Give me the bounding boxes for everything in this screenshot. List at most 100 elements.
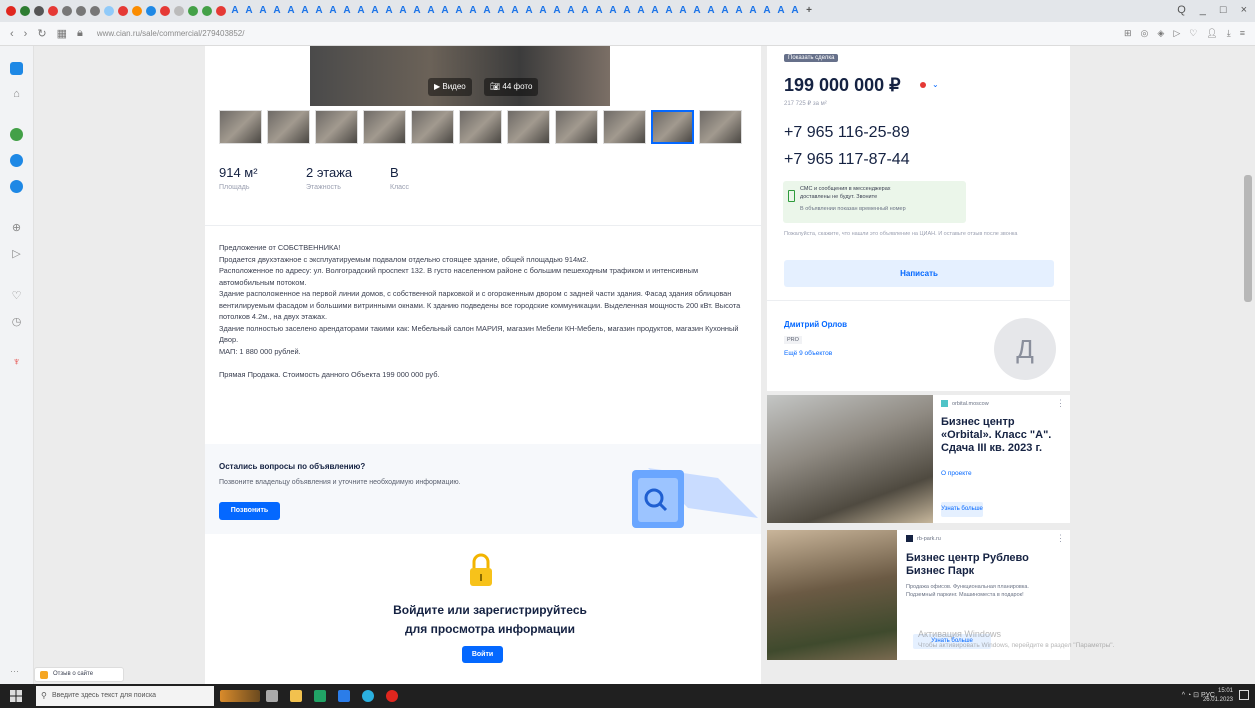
tab-favicon[interactable] (34, 6, 44, 16)
ad-1-image[interactable] (767, 395, 933, 523)
sidebar-workspace-icon[interactable] (10, 62, 23, 75)
photos-button[interactable]: 📷︎ 44 фото (484, 78, 539, 96)
task-view-icon[interactable] (266, 690, 278, 702)
cian-tab-icon[interactable]: A (370, 6, 380, 16)
tab-favicon[interactable] (48, 6, 58, 16)
tab-favicon[interactable] (90, 6, 100, 16)
cian-tab-icon[interactable]: A (664, 6, 674, 16)
menu-icon[interactable]: ≡ (1240, 28, 1245, 39)
tab-favicon[interactable] (202, 6, 212, 16)
url-field[interactable]: www.cian.ru/sale/commercial/279403852/ (97, 29, 245, 38)
cian-tab-icon[interactable]: A (650, 6, 660, 16)
tabs-grid-icon[interactable]: ▦ (57, 27, 67, 40)
tab-favicon[interactable] (76, 6, 86, 16)
write-message-button[interactable]: Написать (784, 260, 1054, 287)
cian-tab-icon[interactable]: A (790, 6, 800, 16)
tab-favicon[interactable] (62, 6, 72, 16)
login-button[interactable]: Войти (462, 646, 503, 663)
video-button[interactable]: ▶ Видео (428, 78, 472, 96)
notifications-icon[interactable] (1239, 690, 1249, 700)
cian-tab-icon[interactable]: A (244, 6, 254, 16)
history-icon[interactable]: ◷ (10, 316, 23, 329)
cian-tab-icon[interactable]: A (314, 6, 324, 16)
store-icon[interactable] (338, 690, 350, 702)
download-icon[interactable]: ⤓ (1227, 28, 1231, 39)
tab-favicon[interactable] (132, 6, 142, 16)
ad-1-learn-more-button[interactable]: Узнать больше (941, 502, 983, 517)
cian-tab-icon[interactable]: A (748, 6, 758, 16)
feedback-button[interactable]: Отзыв о сайте (34, 667, 124, 682)
photo-thumbnail[interactable] (603, 110, 646, 144)
call-button[interactable]: Позвонить (219, 502, 280, 520)
cian-tab-icon[interactable]: A (692, 6, 702, 16)
cian-tab-icon[interactable]: A (706, 6, 716, 16)
excel-icon[interactable] (314, 690, 326, 702)
music-icon[interactable]: ⊕ (10, 222, 23, 235)
cian-tab-icon[interactable]: A (510, 6, 520, 16)
more-options-icon[interactable]: ⋮ (1056, 398, 1065, 409)
cian-tab-icon[interactable]: A (412, 6, 422, 16)
tab-favicon[interactable] (188, 6, 198, 16)
price-history-icon[interactable] (920, 82, 926, 88)
file-explorer-icon[interactable] (290, 690, 302, 702)
more-options-icon[interactable]: ⋮ (1056, 533, 1065, 544)
extensions-sidebar-icon[interactable]: ♆ (10, 356, 23, 369)
more-icon[interactable]: ··· (10, 666, 19, 676)
tab-favicon[interactable] (118, 6, 128, 16)
page-scrollbar[interactable] (1244, 175, 1252, 302)
cian-tab-icon[interactable]: A (454, 6, 464, 16)
snapshot-icon[interactable]: ◎ (1141, 28, 1149, 39)
cian-tab-icon[interactable]: A (594, 6, 604, 16)
tab-favicon[interactable] (20, 6, 30, 16)
heart-icon[interactable]: ♡ (1189, 28, 1197, 39)
cian-tab-icon[interactable]: A (636, 6, 646, 16)
ad-2-title[interactable]: Бизнес центр Рублево Бизнес Парк (906, 552, 1056, 578)
photo-thumbnail[interactable] (363, 110, 406, 144)
reload-icon[interactable]: ↻ (37, 27, 46, 40)
photo-thumbnail[interactable] (219, 110, 262, 144)
tab-favicon[interactable] (216, 6, 226, 16)
photo-thumbnail[interactable] (315, 110, 358, 144)
cian-tab-icon[interactable]: A (286, 6, 296, 16)
phone-number-1[interactable]: +7 965 116-25-89 (784, 124, 910, 142)
cian-tab-icon[interactable]: A (608, 6, 618, 16)
messenger-icon[interactable] (10, 180, 23, 193)
cian-tab-icon[interactable]: A (426, 6, 436, 16)
play-icon[interactable]: ▷ (1173, 28, 1180, 39)
chevron-down-icon[interactable]: ⌄ (932, 80, 939, 89)
maximize-icon[interactable]: □ (1220, 4, 1227, 16)
cian-tab-icon[interactable]: A (622, 6, 632, 16)
cian-tab-icon[interactable]: A (524, 6, 534, 16)
cian-tab-icon[interactable]: A (468, 6, 478, 16)
cian-tab-icon[interactable]: A (272, 6, 282, 16)
cian-tab-icon[interactable]: A (734, 6, 744, 16)
cian-tab-icon[interactable]: A (342, 6, 352, 16)
agent-name-link[interactable]: Дмитрий Орлов (784, 320, 847, 329)
cian-tab-icon[interactable]: A (538, 6, 548, 16)
cian-tab-icon[interactable]: A (328, 6, 338, 16)
minimize-icon[interactable]: _ (1200, 4, 1206, 16)
cian-tab-icon[interactable]: A (384, 6, 394, 16)
opera-icon[interactable] (6, 6, 16, 16)
ad-1-title[interactable]: Бизнес центр «Orbital». Класс "А". Сдача… (941, 416, 1066, 455)
cian-tab-icon[interactable]: A (230, 6, 240, 16)
cian-tab-icon[interactable]: A (762, 6, 772, 16)
ad-1-link[interactable]: О проекте (941, 470, 972, 477)
cian-tab-icon[interactable]: A (496, 6, 506, 16)
cian-tab-icon[interactable]: A (566, 6, 576, 16)
phone-number-2[interactable]: +7 965 117-87-44 (784, 151, 910, 169)
whatsapp-icon[interactable] (10, 128, 23, 141)
profile-icon[interactable]: 👤︎ (1206, 28, 1217, 39)
photo-thumbnail[interactable] (699, 110, 742, 144)
telegram-icon[interactable] (10, 154, 23, 167)
cortana-image-icon[interactable] (220, 690, 260, 702)
agent-other-listings-link[interactable]: Ещё 9 объектов (784, 350, 832, 357)
photo-thumbnail[interactable] (507, 110, 550, 144)
photo-thumbnail-selected[interactable] (651, 110, 694, 144)
windows-start-icon[interactable] (10, 690, 22, 702)
cian-tab-icon[interactable]: A (776, 6, 786, 16)
extensions-icon[interactable]: ⊞ (1124, 28, 1132, 39)
tab-favicon[interactable] (174, 6, 184, 16)
back-icon[interactable]: ‹ (10, 28, 14, 40)
tab-favicon[interactable] (160, 6, 170, 16)
